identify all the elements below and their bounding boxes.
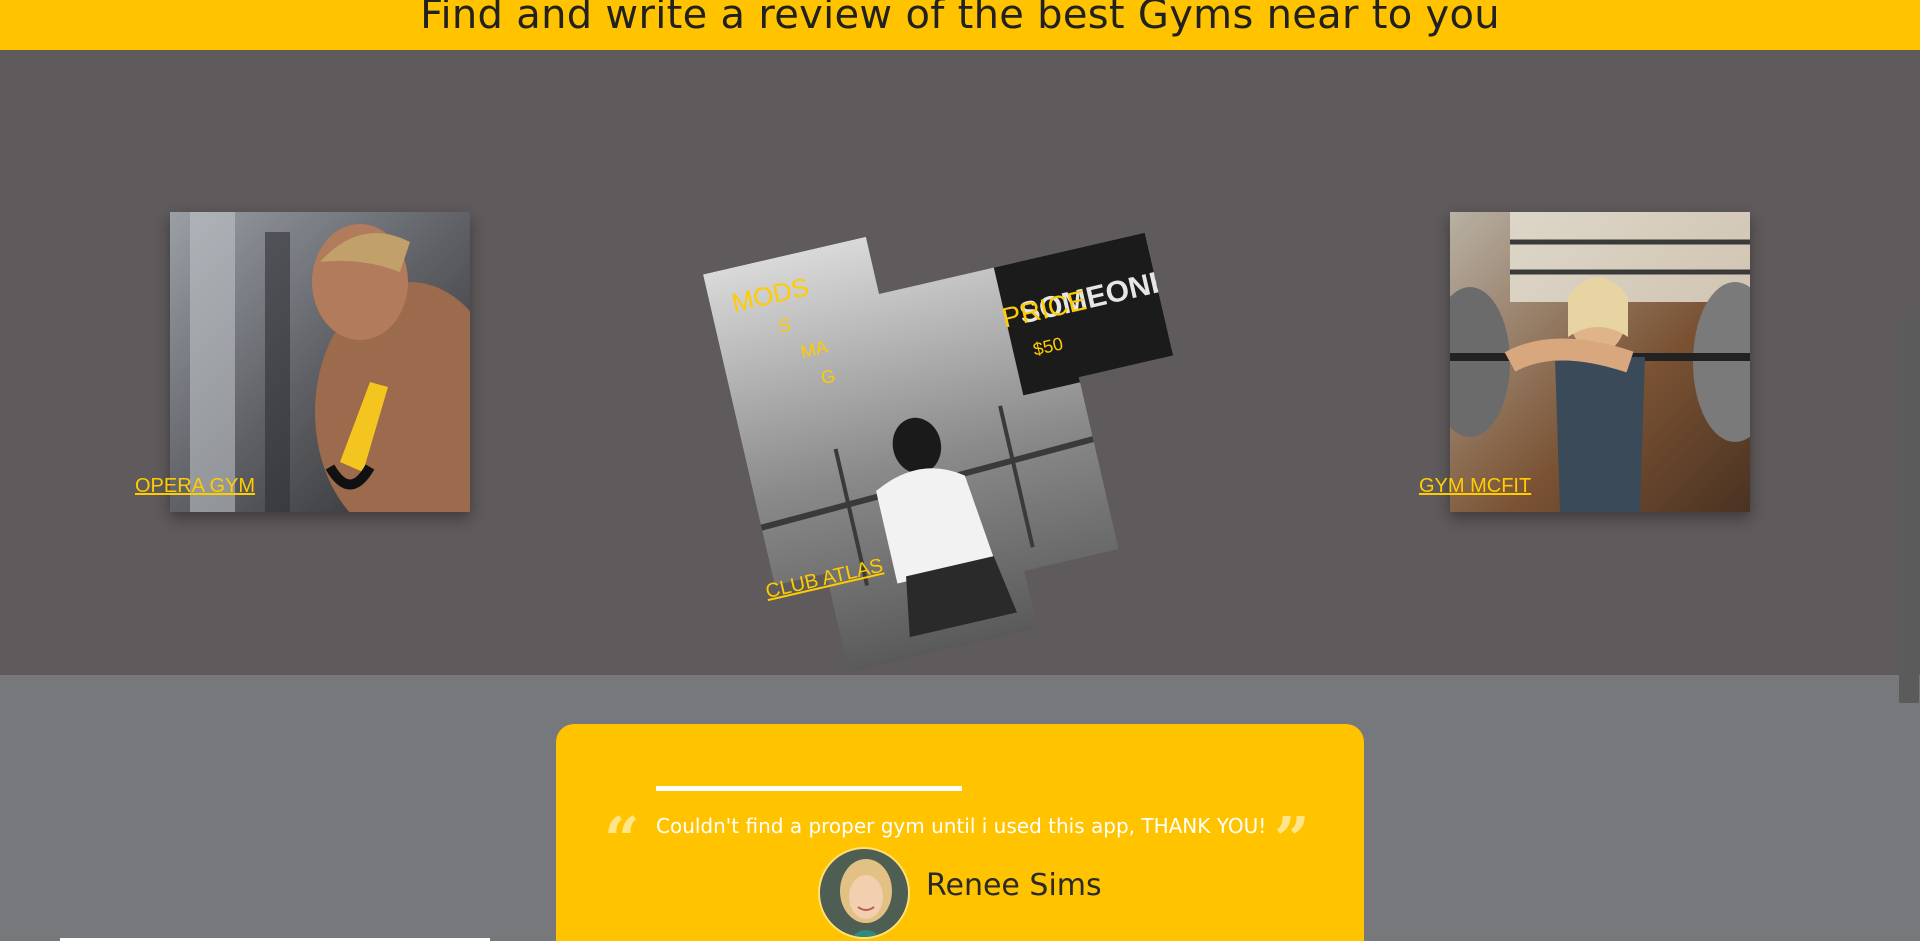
quote-open-icon: “ (604, 803, 640, 876)
avatar (818, 847, 910, 939)
opera-gym-photo[interactable] (170, 212, 470, 512)
testimonial-quote: Couldn't find a proper gym until i used … (656, 814, 1267, 838)
testimonial-author: Renee Sims (926, 868, 1102, 903)
quote-close-icon: ” (1274, 803, 1310, 876)
club-atlas-card: SOMEONE MODS S MA G PRICE $50 CLUB ATLAS (720, 170, 1200, 650)
opera-gym-link[interactable]: OPERA GYM (135, 475, 255, 498)
gym-gallery-section: OPERA GYM SOMEONE MODS S MA G PRICE $50 … (0, 50, 1920, 675)
testimonial-card: “ Couldn't find a proper gym until i use… (556, 724, 1364, 941)
quote-divider (656, 786, 962, 791)
header-bar: Find and write a review of the best Gyms… (0, 0, 1920, 50)
club-atlas-photo[interactable]: SOMEONE (703, 175, 1226, 683)
gym-mcfit-link[interactable]: GYM MCFIT (1419, 475, 1531, 498)
gym-mcfit-photo[interactable] (1450, 212, 1750, 512)
vertical-scrollbar[interactable] (1899, 318, 1919, 703)
page-title: Find and write a review of the best Gyms… (420, 0, 1500, 38)
